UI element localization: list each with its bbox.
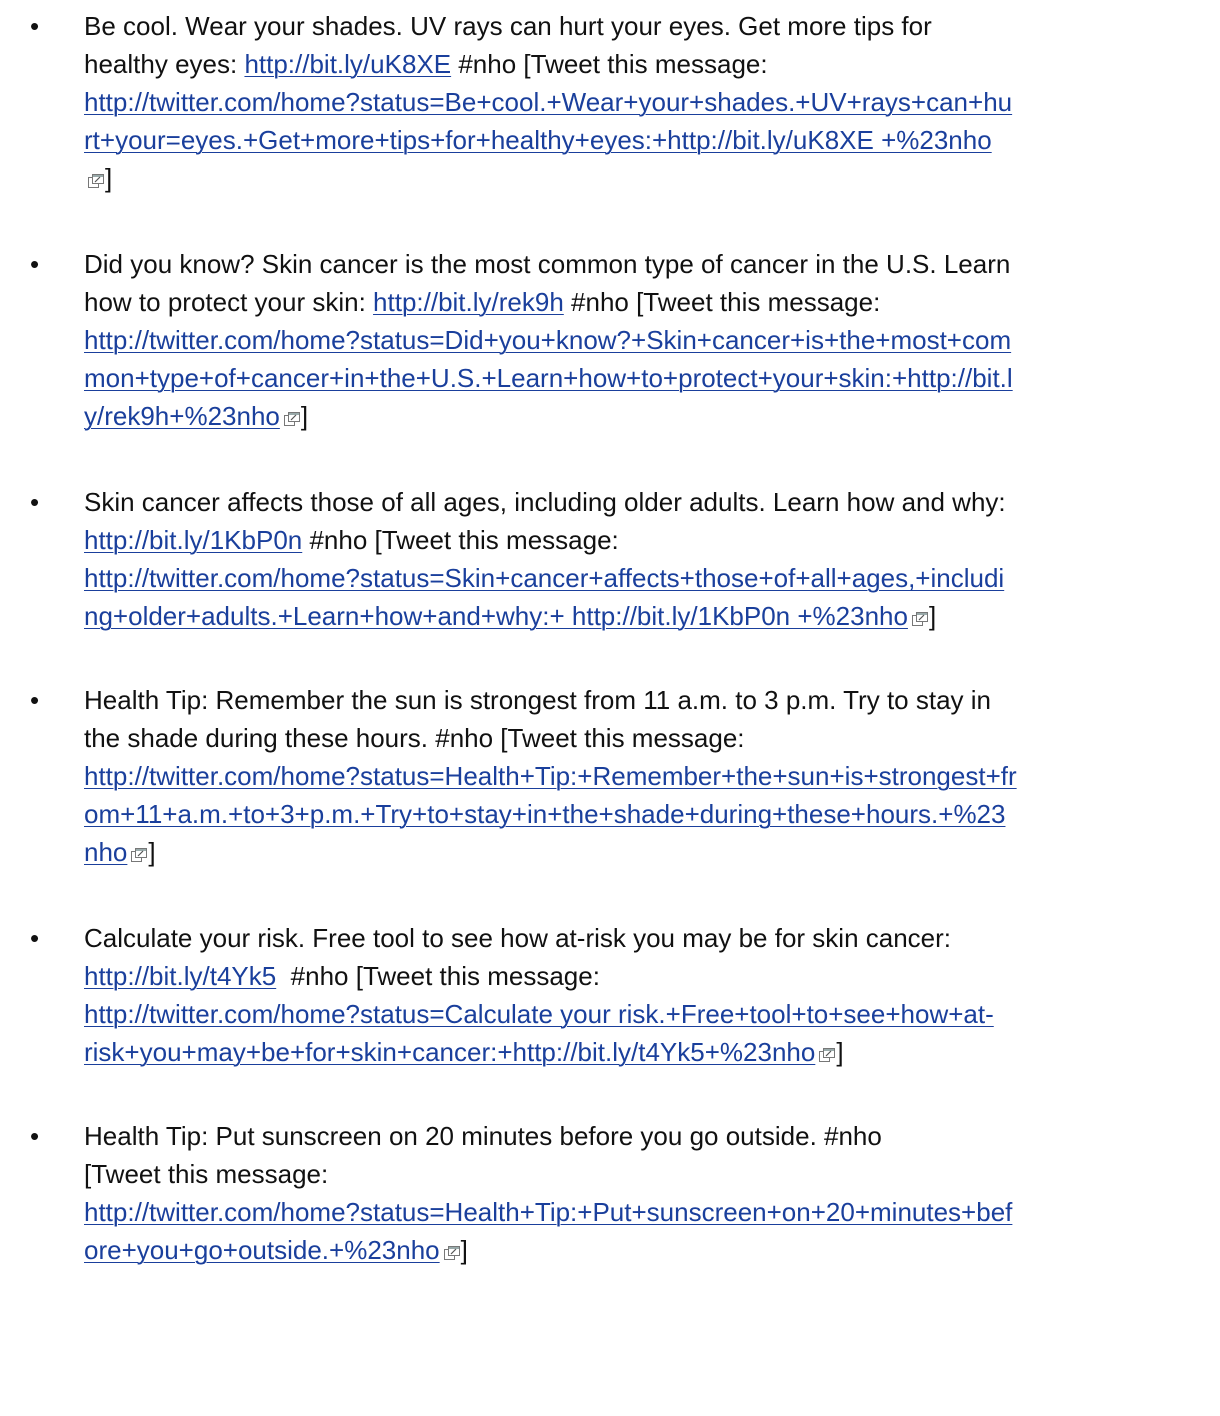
closing-bracket: ] — [928, 601, 937, 631]
tweet-link[interactable]: http://twitter.com/home?status=Be+cool.+… — [84, 87, 1012, 117]
closing-bracket: ] — [460, 1235, 468, 1265]
closing-bracket: ] — [148, 837, 156, 867]
item-text: #nho [Tweet this message: — [276, 961, 600, 991]
item-text: Skin cancer affects those of all ages, i… — [84, 487, 1006, 517]
closing-bracket: ] — [300, 401, 309, 431]
short-link[interactable]: http://bit.ly/t4Yk5 — [84, 961, 276, 991]
external-link-icon[interactable] — [443, 1246, 460, 1260]
tweet-link[interactable]: http://twitter.com/home?status=Did+you+k… — [84, 325, 1011, 355]
item-text: Health Tip: Remember the sun is stronges… — [84, 685, 991, 715]
bullet-icon: • — [30, 11, 40, 41]
external-link-icon[interactable] — [819, 1048, 836, 1062]
tweet-link[interactable]: risk+you+may+be+for+skin+cancer:+http://… — [84, 1037, 815, 1067]
item-text: Be cool. Wear your shades. UV rays can h… — [84, 11, 932, 41]
tweet-link[interactable]: rt+your=eyes.+Get+more+tips+for+healthy+… — [84, 125, 992, 155]
item-text: [Tweet this message: — [84, 1159, 329, 1189]
tweet-link[interactable]: ore+you+go+outside.+%23nho — [84, 1235, 440, 1265]
tweet-link[interactable]: http://twitter.com/home?status=Calculate… — [84, 999, 994, 1029]
bullet-icon: • — [30, 1121, 40, 1151]
tweet-link[interactable]: nho — [84, 837, 127, 867]
short-link[interactable]: http://bit.ly/uK8XE — [244, 49, 451, 79]
short-link[interactable]: http://bit.ly/rek9h — [373, 287, 564, 317]
bullet-icon: • — [30, 249, 40, 279]
item-text: healthy eyes: — [84, 49, 245, 79]
item-text: #nho [Tweet this message: — [302, 525, 619, 555]
external-link-icon[interactable] — [911, 612, 928, 626]
item-text: how to protect your skin: — [84, 287, 374, 317]
bullet-icon: • — [30, 685, 40, 715]
item-text: Did you know? Skin cancer is the most co… — [84, 249, 1011, 279]
external-link-icon[interactable] — [131, 848, 148, 862]
tweet-link[interactable]: http://twitter.com/home?status=Skin+canc… — [84, 563, 1004, 593]
closing-bracket: ] — [105, 163, 113, 193]
tweet-link[interactable]: y/rek9h+%23nho — [84, 401, 280, 431]
bullet-icon: • — [30, 487, 40, 517]
external-link-icon[interactable] — [283, 412, 300, 426]
tweet-link[interactable]: om+11+a.m.+to+3+p.m.+Try+to+stay+in+the+… — [84, 799, 1005, 829]
bullet-icon: • — [30, 923, 40, 953]
item-text: Calculate your risk. Free tool to see ho… — [84, 923, 952, 953]
item-text: #nho [Tweet this message: — [563, 287, 881, 317]
tweet-link[interactable]: mon+type+of+cancer+in+the+U.S.+Learn+how… — [84, 363, 1013, 393]
short-link[interactable]: http://bit.ly/1KbP0n — [84, 525, 302, 555]
tweet-link[interactable]: http://twitter.com/home?status=Health+Ti… — [84, 1197, 1012, 1227]
item-text: the shade during these hours. #nho [Twee… — [84, 723, 745, 753]
item-text: #nho [Tweet this message: — [451, 49, 768, 79]
external-link-icon[interactable] — [88, 174, 104, 188]
tweet-link[interactable]: http://twitter.com/home?status=Health+Ti… — [84, 761, 1017, 791]
closing-bracket: ] — [836, 1037, 844, 1067]
tweet-link[interactable]: ng+older+adults.+Learn+how+and+why:+ htt… — [84, 601, 908, 631]
item-text: Health Tip: Put sunscreen on 20 minutes … — [84, 1121, 882, 1151]
